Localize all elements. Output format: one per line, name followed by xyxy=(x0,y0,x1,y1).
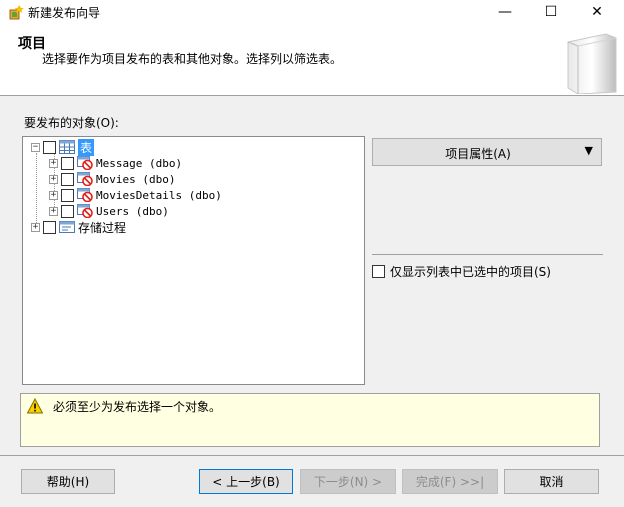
tree-item-table[interactable]: + Message (dbo) xyxy=(49,155,182,171)
help-button[interactable]: 帮助(H) xyxy=(21,469,115,494)
table-no-key-icon xyxy=(77,188,93,202)
table-icon xyxy=(59,140,75,154)
divider xyxy=(372,254,603,255)
expand-icon[interactable]: + xyxy=(31,222,40,232)
tables-checkbox[interactable] xyxy=(43,140,56,154)
dropdown-arrow-icon: ▼ xyxy=(584,144,593,157)
close-button[interactable]: ✕ xyxy=(574,0,620,24)
table-label: MoviesDetails (dbo) xyxy=(96,188,222,202)
expand-icon[interactable]: + xyxy=(49,174,58,184)
show-only-selected-checkbox[interactable] xyxy=(372,265,385,278)
item-properties-label: 项目属性(A) xyxy=(445,147,511,161)
tree-item-table[interactable]: + Users (dbo) xyxy=(49,203,169,219)
minimize-icon: — xyxy=(498,4,512,20)
title-bar: 新建发布向导 — ☐ ✕ xyxy=(0,0,624,24)
tables-node-label[interactable]: 表 xyxy=(78,138,95,156)
cancel-button[interactable]: 取消 xyxy=(504,469,599,494)
table-checkbox[interactable] xyxy=(61,172,74,186)
stored-procedure-icon xyxy=(59,221,75,233)
objects-tree[interactable]: − 表 + Message (dbo) + Movies (dbo) + Mov… xyxy=(22,136,365,385)
table-checkbox[interactable] xyxy=(61,188,74,202)
book-graphic-icon xyxy=(567,33,617,94)
tree-node-stored-procedures[interactable]: + 存储过程 xyxy=(31,219,126,235)
table-label: Users (dbo) xyxy=(96,204,169,218)
tree-item-table[interactable]: + Movies (dbo) xyxy=(49,171,175,187)
table-no-key-icon xyxy=(77,172,93,186)
next-button[interactable]: 下一步(N) > xyxy=(300,469,396,494)
validation-message: 必须至少为发布选择一个对象。 xyxy=(53,400,222,414)
item-properties-button[interactable]: 项目属性(A) ▼ xyxy=(372,138,602,166)
warning-icon xyxy=(27,398,43,414)
finish-button[interactable]: 完成(F) >>| xyxy=(402,469,498,494)
divider xyxy=(0,455,624,456)
back-button[interactable]: < 上一步(B) xyxy=(199,469,293,494)
maximize-button[interactable]: ☐ xyxy=(528,0,574,24)
expand-icon[interactable]: + xyxy=(49,190,58,200)
objects-to-publish-label: 要发布的对象(O): xyxy=(24,116,119,130)
window-title: 新建发布向导 xyxy=(28,6,101,20)
table-label: Movies (dbo) xyxy=(96,172,176,186)
show-only-selected-label: 仅显示列表中已选中的项目(S) xyxy=(390,265,551,279)
maximize-icon: ☐ xyxy=(544,4,558,20)
table-checkbox[interactable] xyxy=(61,156,74,170)
tree-node-tables[interactable]: − 表 xyxy=(31,138,95,156)
validation-message-box: 必须至少为发布选择一个对象。 xyxy=(20,393,600,447)
close-icon: ✕ xyxy=(591,4,603,20)
show-only-selected-option[interactable]: 仅显示列表中已选中的项目(S) xyxy=(372,263,551,280)
expand-icon[interactable]: + xyxy=(49,206,58,216)
wizard-app-icon xyxy=(9,5,24,20)
page-description: 选择要作为项目发布的表和其他对象。选择列以筛选表。 xyxy=(42,52,343,66)
table-no-key-icon xyxy=(77,156,93,170)
table-label: Message (dbo) xyxy=(96,156,183,170)
tree-item-table[interactable]: + MoviesDetails (dbo) xyxy=(49,187,222,203)
wizard-header: 项目 选择要作为项目发布的表和其他对象。选择列以筛选表。 xyxy=(0,24,624,96)
tree-line xyxy=(36,153,37,229)
stored-procedures-checkbox[interactable] xyxy=(43,220,56,234)
collapse-icon[interactable]: − xyxy=(31,142,40,152)
table-checkbox[interactable] xyxy=(61,204,74,218)
table-no-key-icon xyxy=(77,204,93,218)
minimize-button[interactable]: — xyxy=(482,0,528,24)
expand-icon[interactable]: + xyxy=(49,158,58,168)
stored-procedures-label: 存储过程 xyxy=(78,220,127,235)
